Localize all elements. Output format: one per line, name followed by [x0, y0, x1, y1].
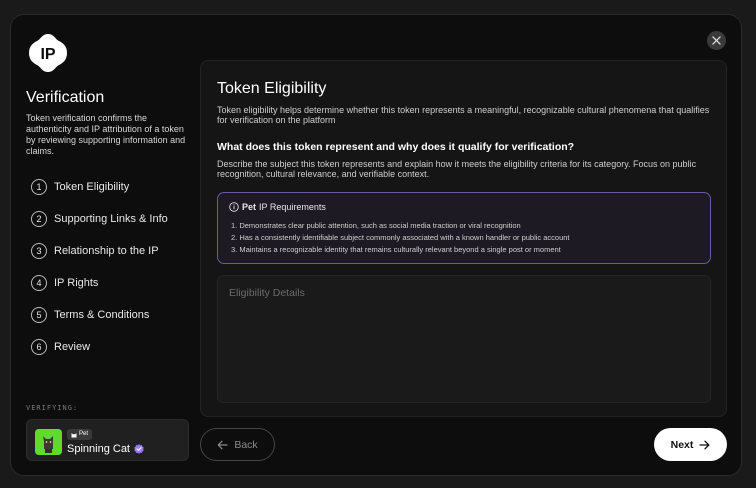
- step-label: Token Eligibility: [54, 181, 130, 193]
- requirement-item: 3. Maintains a recognizable identity tha…: [231, 245, 561, 254]
- step-relationship-to-ip[interactable]: 3 Relationship to the IP: [31, 235, 168, 267]
- info-icon: [229, 202, 239, 212]
- step-number: 2: [31, 211, 47, 227]
- sidebar-title: Verification: [26, 89, 105, 106]
- verifying-label: VERIFYING:: [26, 404, 79, 412]
- step-number: 4: [31, 275, 47, 291]
- step-number: 5: [31, 307, 47, 323]
- cat-icon: [71, 432, 77, 437]
- close-button[interactable]: [707, 31, 726, 50]
- step-label: IP Rights: [54, 277, 99, 289]
- token-name-label: Spinning Cat: [67, 443, 130, 455]
- category-badge: Pet: [67, 429, 93, 440]
- panel-title: Token Eligibility: [217, 80, 327, 97]
- arrow-left-icon: [217, 440, 228, 449]
- next-label: Next: [670, 438, 694, 451]
- requirement-item: 2. Has a consistently identifiable subje…: [231, 233, 570, 242]
- step-label: Terms & Conditions: [54, 309, 150, 321]
- requirements-title-text: IP Requirements: [259, 202, 326, 212]
- back-label: Back: [234, 438, 258, 451]
- step-terms-conditions[interactable]: 5 Terms & Conditions: [31, 299, 168, 331]
- verifying-token-card: Pet Spinning Cat: [26, 419, 189, 461]
- close-icon: [712, 36, 721, 45]
- eligibility-panel: Token Eligibility Token eligibility help…: [200, 60, 727, 417]
- question-heading: What does this token represent and why d…: [217, 141, 575, 153]
- requirements-category: Pet: [242, 202, 257, 212]
- requirement-item: 1. Demonstrates clear public attention, …: [231, 221, 521, 230]
- question-description: Describe the subject this token represen…: [217, 159, 697, 179]
- next-button[interactable]: Next: [654, 428, 727, 461]
- step-label: Review: [54, 341, 91, 353]
- eligibility-details-textarea[interactable]: Eligibility Details: [217, 275, 711, 403]
- step-supporting-links[interactable]: 2 Supporting Links & Info: [31, 203, 168, 235]
- step-number: 1: [31, 179, 47, 195]
- textarea-placeholder: Eligibility Details: [229, 287, 305, 299]
- requirements-list: 1. Demonstrates clear public attention, …: [231, 220, 570, 256]
- step-list: 1 Token Eligibility 2 Supporting Links &…: [31, 171, 168, 363]
- token-name: Spinning Cat: [67, 443, 144, 455]
- step-review[interactable]: 6 Review: [31, 331, 168, 363]
- requirements-title: Pet IP Requirements: [229, 202, 326, 212]
- step-ip-rights[interactable]: 4 IP Rights: [31, 267, 168, 299]
- svg-text:IP: IP: [40, 46, 55, 63]
- category-badge-label: Pet: [79, 431, 89, 437]
- ip-logo: IP: [29, 34, 67, 72]
- verified-icon: [134, 444, 144, 454]
- step-number: 6: [31, 339, 47, 355]
- step-number: 3: [31, 243, 47, 259]
- arrow-right-icon: [699, 440, 710, 449]
- step-label: Relationship to the IP: [54, 245, 159, 257]
- sidebar-description: Token verification confirms the authenti…: [26, 113, 186, 156]
- requirements-box: Pet IP Requirements 1. Demonstrates clea…: [217, 192, 711, 264]
- step-label: Supporting Links & Info: [54, 213, 168, 225]
- panel-description: Token eligibility helps determine whethe…: [217, 105, 710, 125]
- token-image: [35, 429, 62, 455]
- verification-modal: IP Verification Token verification confi…: [10, 14, 742, 476]
- back-button[interactable]: Back: [200, 428, 275, 461]
- step-token-eligibility[interactable]: 1 Token Eligibility: [31, 171, 168, 203]
